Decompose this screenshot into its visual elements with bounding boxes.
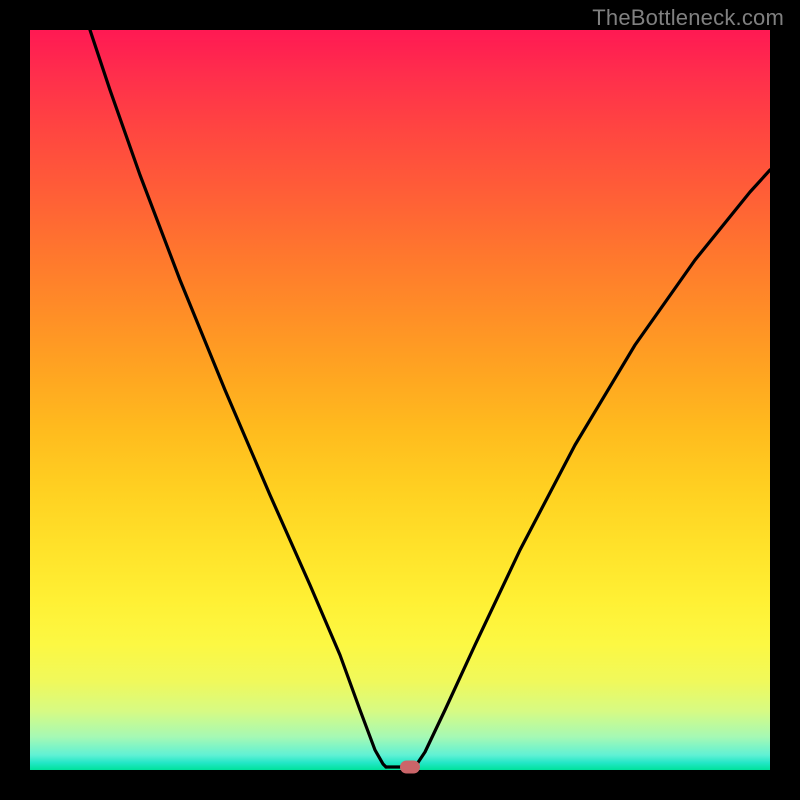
bottleneck-marker <box>400 761 420 774</box>
chart-plot-area <box>30 30 770 770</box>
bottleneck-curve <box>30 30 770 770</box>
watermark-text: TheBottleneck.com <box>592 5 784 31</box>
